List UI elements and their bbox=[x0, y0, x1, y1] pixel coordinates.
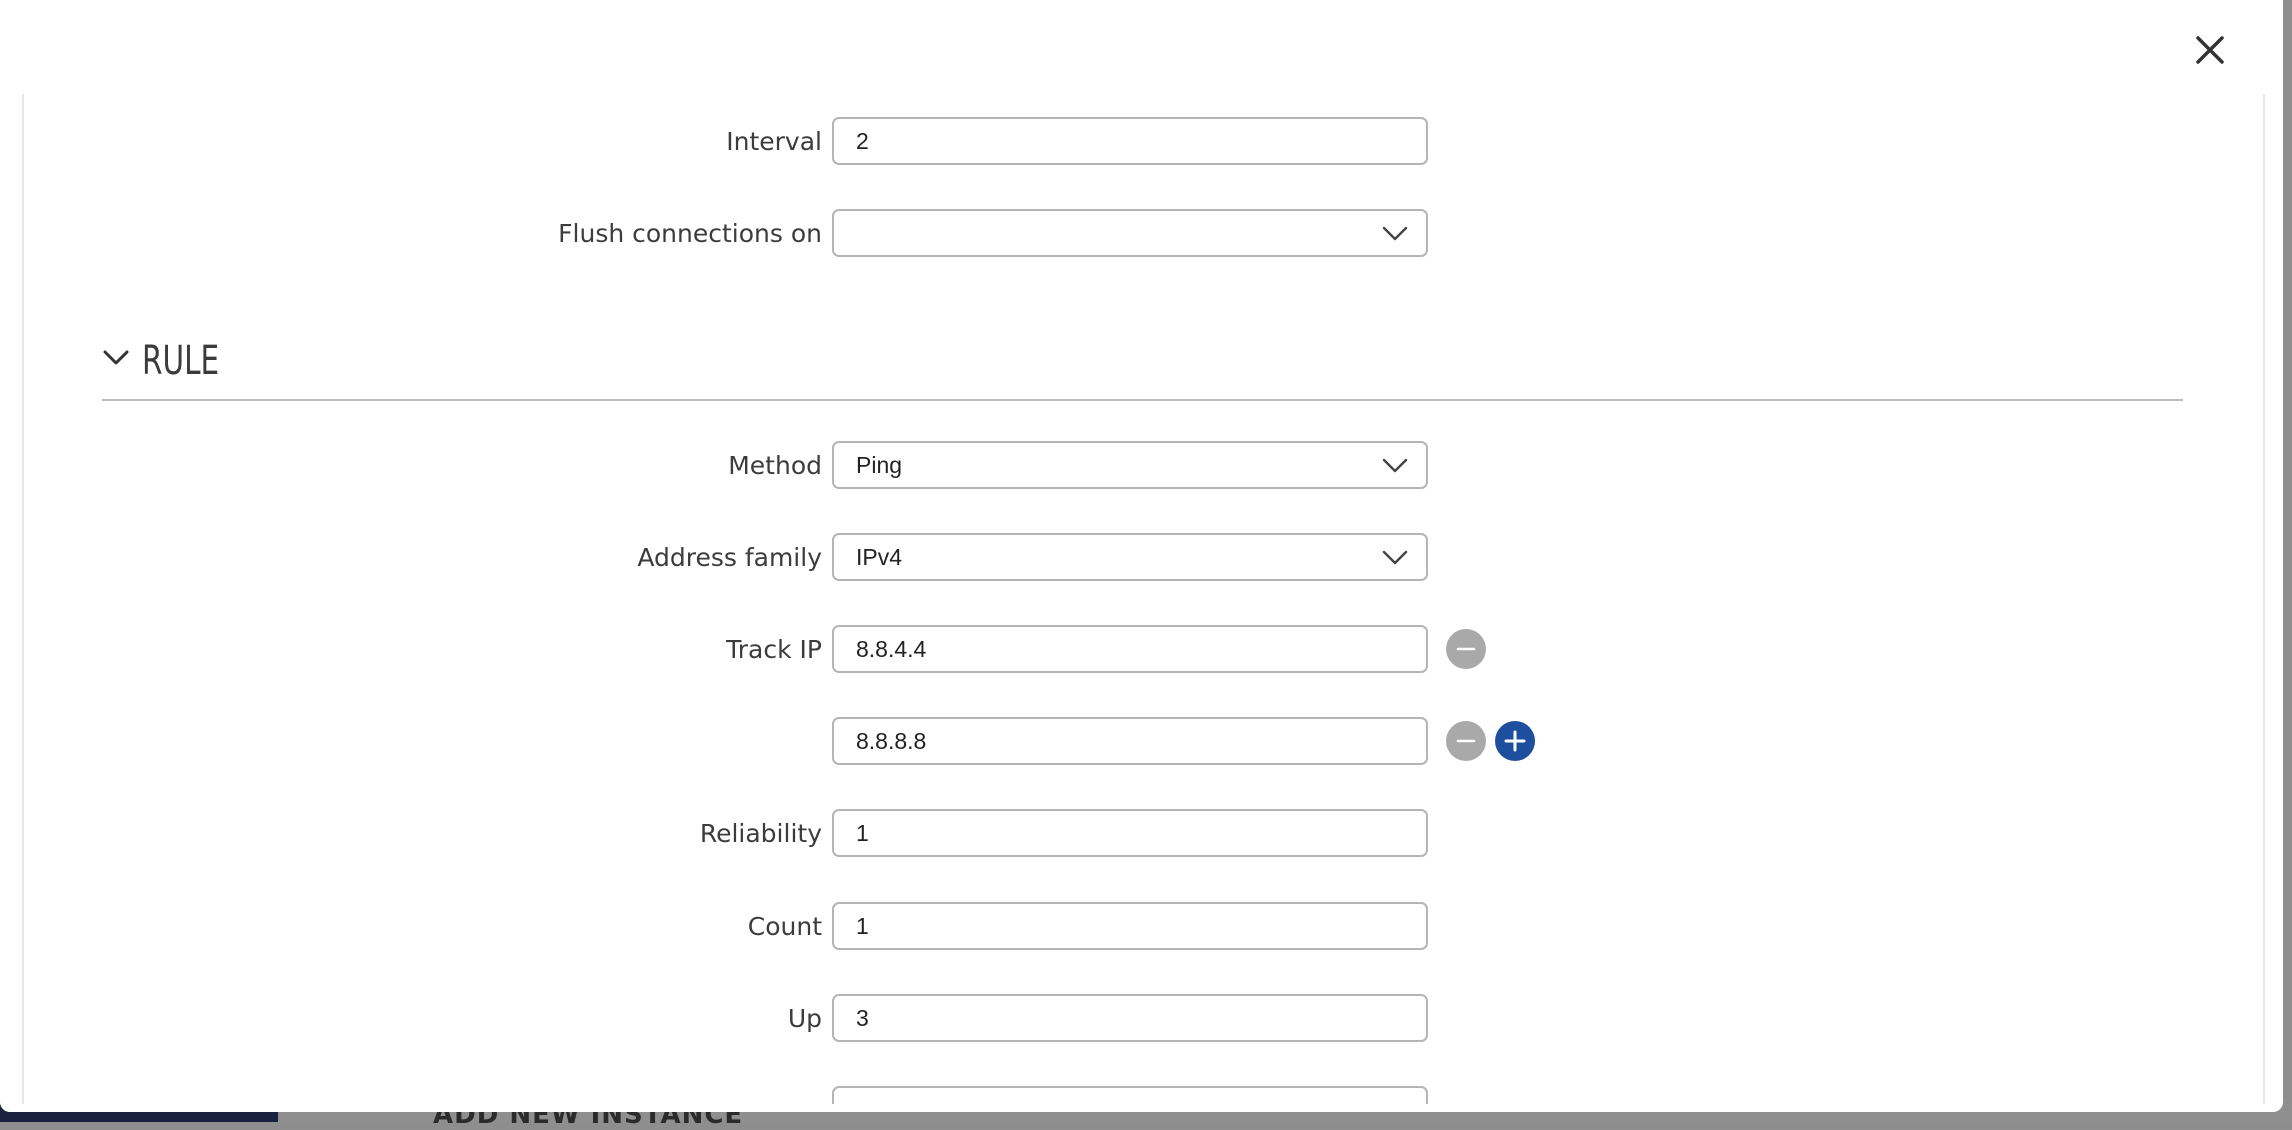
method-select[interactable]: Ping bbox=[832, 441, 1428, 489]
chevron-down-icon bbox=[103, 350, 129, 365]
minus-icon bbox=[1456, 739, 1476, 743]
address-family-value: IPv4 bbox=[856, 544, 903, 570]
count-label: Count bbox=[747, 912, 822, 941]
method-value: Ping bbox=[856, 452, 903, 478]
address-family-select[interactable]: IPv4 bbox=[832, 533, 1428, 581]
reliability-input[interactable]: 1 bbox=[832, 809, 1428, 857]
remove-track-ip-button[interactable] bbox=[1446, 629, 1486, 669]
down-input[interactable] bbox=[832, 1086, 1428, 1104]
close-icon[interactable] bbox=[2190, 30, 2230, 70]
reliability-label: Reliability bbox=[699, 819, 822, 848]
chevron-down-icon bbox=[1382, 458, 1408, 473]
interval-row: Interval 2 bbox=[24, 117, 2263, 171]
plus-icon bbox=[1504, 730, 1526, 752]
up-value: 3 bbox=[856, 1005, 869, 1031]
minus-icon bbox=[1456, 647, 1476, 651]
flush-connections-label: Flush connections on bbox=[558, 219, 822, 248]
section-divider bbox=[102, 399, 2183, 401]
count-row: Count 1 bbox=[24, 902, 2263, 956]
flush-connections-row: Flush connections on bbox=[24, 209, 2263, 263]
flush-connections-select[interactable] bbox=[832, 209, 1428, 257]
up-input[interactable]: 3 bbox=[832, 994, 1428, 1042]
count-input[interactable]: 1 bbox=[832, 902, 1428, 950]
track-ip-input[interactable]: 8.8.8.8 bbox=[832, 717, 1428, 765]
track-ip-value: 8.8.8.8 bbox=[856, 728, 927, 754]
down-row bbox=[24, 1086, 2263, 1104]
track-ip-label: Track IP bbox=[726, 635, 822, 664]
reliability-value: 1 bbox=[856, 820, 869, 846]
up-row: Up 3 bbox=[24, 994, 2263, 1048]
address-family-row: Address family IPv4 bbox=[24, 533, 2263, 587]
track-ip-row: 8.8.8.8 bbox=[24, 717, 2263, 771]
method-row: Method Ping bbox=[24, 441, 2263, 495]
reliability-row: Reliability 1 bbox=[24, 809, 2263, 863]
method-label: Method bbox=[728, 451, 822, 480]
track-ip-row: Track IP 8.8.4.4 bbox=[24, 625, 2263, 679]
modal-dialog: Interval 2 Flush connections on RULE Met… bbox=[0, 0, 2283, 1112]
count-value: 1 bbox=[856, 913, 869, 939]
track-ip-input[interactable]: 8.8.4.4 bbox=[832, 625, 1428, 673]
address-family-label: Address family bbox=[637, 543, 822, 572]
up-label: Up bbox=[787, 1004, 822, 1033]
rule-section-header[interactable]: RULE bbox=[102, 338, 2209, 401]
track-ip-value: 8.8.4.4 bbox=[856, 636, 927, 662]
chevron-down-icon bbox=[1382, 550, 1408, 565]
interval-value: 2 bbox=[856, 128, 869, 154]
section-title: RULE bbox=[142, 338, 220, 384]
modal-scroll-area[interactable]: Interval 2 Flush connections on RULE Met… bbox=[22, 94, 2265, 1104]
remove-track-ip-button[interactable] bbox=[1446, 721, 1486, 761]
modal-content: Interval 2 Flush connections on RULE Met… bbox=[24, 94, 2263, 1104]
interval-label: Interval bbox=[726, 127, 822, 156]
chevron-down-icon bbox=[1382, 226, 1408, 241]
interval-input[interactable]: 2 bbox=[832, 117, 1428, 165]
add-track-ip-button[interactable] bbox=[1495, 721, 1535, 761]
